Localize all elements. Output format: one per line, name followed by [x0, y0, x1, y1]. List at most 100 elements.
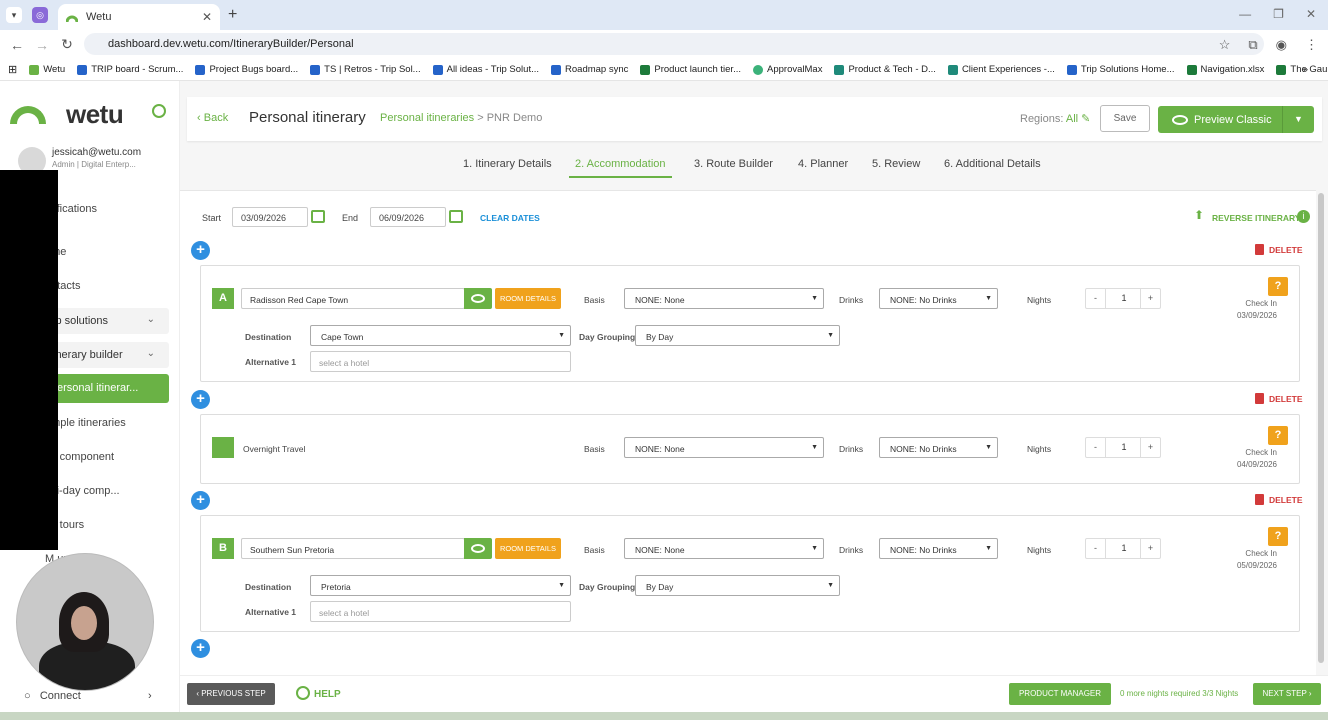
- wetu-logo[interactable]: wetu: [10, 99, 166, 130]
- close-window-icon[interactable]: ✕: [1306, 7, 1316, 21]
- view-hotel-button[interactable]: [464, 538, 492, 559]
- extensions-icon[interactable]: ⧉: [1248, 37, 1257, 53]
- basis-select[interactable]: NONE: None: [624, 538, 824, 559]
- increment-button[interactable]: +: [1140, 438, 1160, 457]
- bookmark-item[interactable]: Project Bugs board...: [195, 64, 298, 75]
- calendar-icon[interactable]: [311, 210, 325, 223]
- back-icon[interactable]: ←: [9, 37, 25, 53]
- help-question-icon[interactable]: ?: [1268, 527, 1288, 546]
- sidebar-group-itinerary-builder[interactable]: inerary builder ⌄: [45, 342, 169, 368]
- nights-value[interactable]: 1: [1106, 289, 1142, 308]
- destination-select[interactable]: Cape Town: [310, 325, 571, 346]
- menu-icon[interactable]: ⋮: [1305, 37, 1318, 53]
- increment-button[interactable]: +: [1140, 539, 1160, 558]
- nights-stepper[interactable]: - 1 +: [1085, 538, 1161, 559]
- decrement-button[interactable]: -: [1086, 539, 1106, 558]
- profile-icon[interactable]: ◉: [1276, 37, 1287, 53]
- regions-filter[interactable]: Regions: All ✎: [1020, 112, 1090, 125]
- caret-down-icon[interactable]: ▼: [1282, 106, 1314, 133]
- decrement-button[interactable]: -: [1086, 438, 1106, 457]
- hotel-input[interactable]: Radisson Red Cape Town: [241, 288, 465, 309]
- add-stop-button[interactable]: +: [191, 491, 210, 510]
- end-date-input[interactable]: 06/09/2026: [370, 207, 446, 227]
- new-tab-icon[interactable]: +: [228, 6, 237, 24]
- basis-select[interactable]: NONE: None: [624, 288, 824, 309]
- clear-dates-link[interactable]: CLEAR DATES: [480, 213, 540, 223]
- bookmark-item[interactable]: ApprovalMax: [753, 64, 822, 75]
- help-link[interactable]: HELP: [296, 686, 341, 700]
- bookmark-item[interactable]: Trip Solutions Home...: [1066, 64, 1175, 75]
- nights-stepper[interactable]: - 1 +: [1085, 288, 1161, 309]
- preview-classic-button[interactable]: Preview Classic ▼: [1158, 106, 1314, 133]
- bookmark-item[interactable]: Client Experiences -...: [947, 64, 1055, 75]
- drinks-select[interactable]: NONE: No Drinks: [879, 538, 998, 559]
- bookmark-item[interactable]: Wetu: [29, 64, 65, 75]
- tab-accommodation[interactable]: 2. Accommodation: [569, 158, 672, 178]
- sidebar-group-trip-solutions[interactable]: ip solutions ⌄: [45, 308, 169, 334]
- breadcrumb-link[interactable]: Personal itineraries: [380, 112, 474, 124]
- minimize-icon[interactable]: —: [1239, 7, 1251, 21]
- increment-button[interactable]: +: [1140, 289, 1160, 308]
- room-details-button[interactable]: ROOM DETAILS: [495, 288, 561, 309]
- calendar-icon[interactable]: [449, 210, 463, 223]
- extension-icon[interactable]: ◎: [32, 7, 48, 23]
- tab-search-icon[interactable]: ▾: [6, 7, 22, 23]
- basis-select[interactable]: NONE: None: [624, 437, 824, 458]
- bookmark-item[interactable]: Product & Tech - D...: [834, 64, 936, 75]
- add-stop-button[interactable]: +: [191, 639, 210, 658]
- nights-stepper[interactable]: - 1 +: [1085, 437, 1161, 458]
- back-link[interactable]: ‹ Back: [197, 112, 228, 124]
- more-bookmarks-icon[interactable]: »: [1303, 64, 1308, 75]
- close-tab-icon[interactable]: ✕: [202, 10, 212, 24]
- tab-additional-details[interactable]: 6. Additional Details: [944, 158, 1041, 170]
- destination-select[interactable]: Pretoria: [310, 575, 571, 596]
- bookmark-item[interactable]: TS | Retros - Trip Sol...: [310, 64, 421, 75]
- bookmark-item[interactable]: All ideas - Trip Solut...: [432, 64, 539, 75]
- delete-button[interactable]: DELETE: [1255, 494, 1303, 505]
- alternative-hotel-input[interactable]: select a hotel: [310, 601, 571, 622]
- sidebar-item-connect[interactable]: ○ Connect ›: [24, 690, 152, 702]
- tab-review[interactable]: 5. Review: [872, 158, 920, 170]
- add-stop-button[interactable]: +: [191, 390, 210, 409]
- nights-value[interactable]: 1: [1106, 438, 1142, 457]
- tab-planner[interactable]: 4. Planner: [798, 158, 848, 170]
- room-details-button[interactable]: ROOM DETAILS: [495, 538, 561, 559]
- nights-value[interactable]: 1: [1106, 539, 1142, 558]
- reverse-itinerary-link[interactable]: REVERSE ITINERARY: [1212, 213, 1300, 223]
- help-question-icon[interactable]: ?: [1268, 426, 1288, 445]
- browser-tab[interactable]: Wetu ✕: [58, 4, 220, 30]
- settings-circle-icon[interactable]: [152, 104, 166, 118]
- bookmark-item[interactable]: Roadmap sync: [551, 64, 628, 75]
- day-grouping-select[interactable]: By Day: [635, 575, 840, 596]
- start-date-input[interactable]: 03/09/2026: [232, 207, 308, 227]
- bookmark-item[interactable]: Navigation.xlsx: [1186, 64, 1264, 75]
- tab-itinerary-details[interactable]: 1. Itinerary Details: [463, 158, 552, 170]
- drinks-select[interactable]: NONE: No Drinks: [879, 437, 998, 458]
- url-input[interactable]: dashboard.dev.wetu.com/ItineraryBuilder/…: [84, 33, 1264, 55]
- sidebar-item-personal-itineraries[interactable]: ersonal itinerar...: [45, 374, 169, 403]
- save-button[interactable]: Save: [1100, 105, 1150, 132]
- previous-step-button[interactable]: ‹ PREVIOUS STEP: [187, 683, 275, 705]
- forward-icon[interactable]: →: [34, 37, 50, 53]
- maximize-icon[interactable]: ❐: [1273, 7, 1284, 21]
- hotel-input[interactable]: Southern Sun Pretoria: [241, 538, 465, 559]
- delete-button[interactable]: DELETE: [1255, 244, 1303, 255]
- scrollbar[interactable]: [1318, 193, 1324, 663]
- drinks-select[interactable]: NONE: No Drinks: [879, 288, 998, 309]
- view-hotel-button[interactable]: [464, 288, 492, 309]
- add-stop-button[interactable]: +: [191, 241, 210, 260]
- bookmark-item[interactable]: TRIP board - Scrum...: [77, 64, 183, 75]
- next-step-button[interactable]: NEXT STEP ›: [1253, 683, 1321, 705]
- info-icon[interactable]: i: [1297, 210, 1310, 223]
- delete-button[interactable]: DELETE: [1255, 393, 1303, 404]
- star-icon[interactable]: ☆: [1219, 37, 1231, 53]
- decrement-button[interactable]: -: [1086, 289, 1106, 308]
- reload-icon[interactable]: ↻: [59, 36, 75, 53]
- product-manager-button[interactable]: PRODUCT MANAGER: [1009, 683, 1111, 705]
- bookmark-item[interactable]: Product launch tier...: [640, 64, 741, 75]
- apps-icon[interactable]: ⊞: [8, 63, 17, 76]
- tab-route-builder[interactable]: 3. Route Builder: [694, 158, 773, 170]
- alternative-hotel-input[interactable]: select a hotel: [310, 351, 571, 372]
- day-grouping-select[interactable]: By Day: [635, 325, 840, 346]
- help-question-icon[interactable]: ?: [1268, 277, 1288, 296]
